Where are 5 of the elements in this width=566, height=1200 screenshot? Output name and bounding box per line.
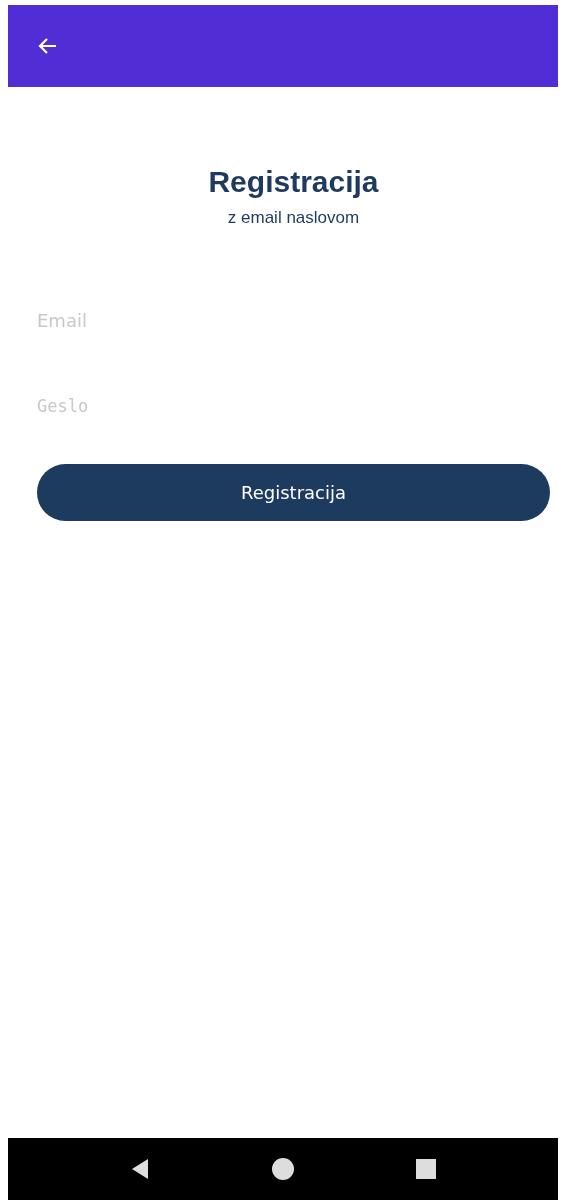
recents-icon[interactable] <box>414 1157 439 1181</box>
home-icon[interactable] <box>271 1157 295 1181</box>
page-subtitle: z email naslovom <box>227 208 360 228</box>
register-button[interactable]: Registracija <box>37 464 550 521</box>
page-title: Registracija <box>208 165 379 199</box>
